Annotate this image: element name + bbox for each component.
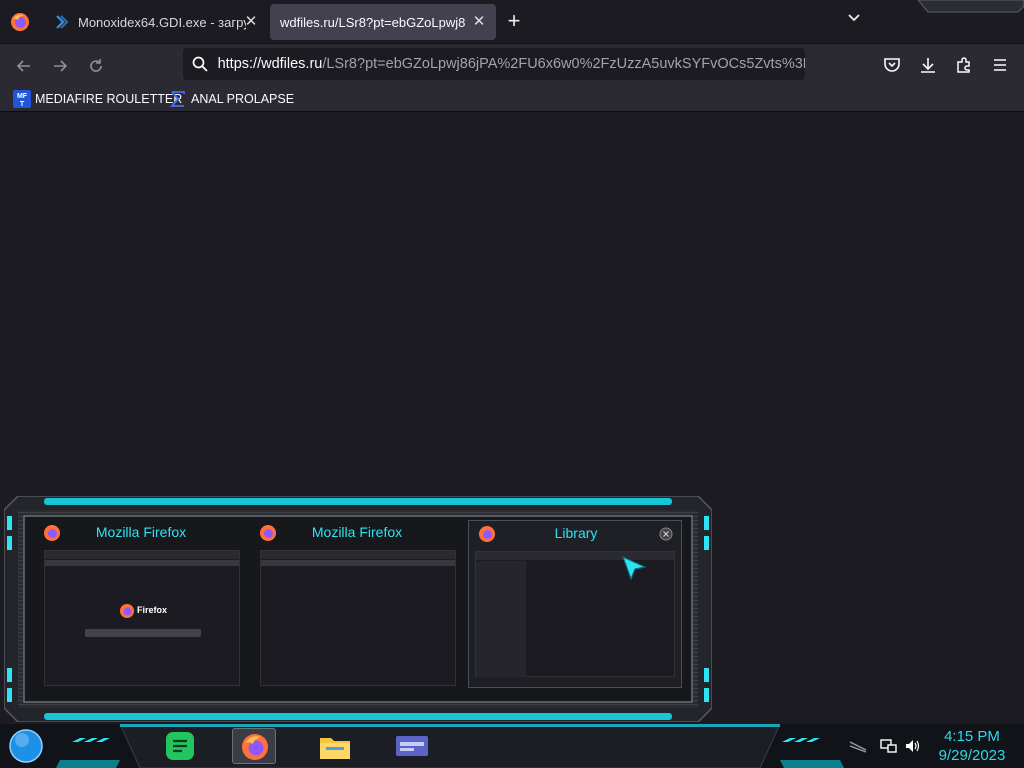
- download-icon: [921, 58, 935, 73]
- pocket-icon: [884, 58, 900, 72]
- back-button[interactable]: [10, 52, 38, 80]
- search-icon: [185, 49, 215, 79]
- taskbar-app-notes[interactable]: [164, 730, 196, 762]
- window-preview: Firefox: [44, 550, 240, 686]
- network-icon: [880, 739, 897, 753]
- preview-brand: Firefox: [137, 605, 168, 615]
- nav-toolbar: https://wdfiles.ru/LSr8?pt=ebGZoLpwj86jP…: [0, 44, 1024, 86]
- url-path: /LSr8?pt=ebGZoLpwj86jPA%2FU6x6w0%2FzUzzA…: [322, 56, 805, 72]
- taskbar: [0, 724, 1024, 768]
- back-arrow-icon: [16, 60, 30, 72]
- mft-favicon-icon: MF T: [13, 90, 31, 108]
- desktop-screen: Monoxidex64.GDI.exe - загрузи ✕ wdfiles.…: [0, 0, 1024, 768]
- list-all-tabs-button[interactable]: [842, 10, 866, 34]
- new-tab-button[interactable]: +: [502, 10, 526, 34]
- window-preview: [260, 550, 456, 686]
- switcher-window-2[interactable]: Mozilla Firefox: [250, 520, 464, 688]
- tab-strip: Monoxidex64.GDI.exe - загрузи ✕ wdfiles.…: [0, 0, 1024, 44]
- window-switcher: Mozilla Firefox Firefox Mozilla Firefox …: [4, 496, 712, 722]
- start-button[interactable]: [8, 728, 44, 764]
- close-tab-icon[interactable]: ✕: [470, 13, 488, 31]
- switcher-window-3[interactable]: Library: [468, 520, 682, 688]
- bookmark-anal-prolapse[interactable]: ANAL PROLAPSE: [166, 88, 297, 110]
- pocket-button[interactable]: [880, 53, 904, 77]
- reload-button[interactable]: [82, 52, 110, 80]
- chevron-favicon-icon: [56, 15, 69, 29]
- mouse-cursor-icon: [621, 555, 647, 581]
- forward-button[interactable]: [46, 52, 74, 80]
- speaker-icon: [906, 740, 920, 752]
- network-tray-button[interactable]: [880, 738, 898, 754]
- volume-tray-button[interactable]: [904, 738, 922, 754]
- tab-wdfiles[interactable]: wdfiles.ru/LSr8?pt=ebGZoLpwj86jPA ✕: [270, 4, 496, 40]
- sigma-favicon-icon: [170, 91, 185, 107]
- taskbar-frame: [0, 724, 1024, 768]
- bookmark-label: ANAL PROLAPSE: [191, 92, 295, 106]
- clock-date[interactable]: 9/29/2023: [930, 747, 1014, 764]
- url-host: https://wdfiles.ru: [217, 56, 323, 72]
- switcher-window-1[interactable]: Mozilla Firefox Firefox: [34, 520, 248, 688]
- chevron-down-icon: [848, 14, 860, 22]
- url-text[interactable]: https://wdfiles.ru/LSr8?pt=ebGZoLpwj86jP…: [218, 56, 805, 72]
- clock-time[interactable]: 4:15 PM: [930, 728, 1014, 745]
- window-title: Mozilla Firefox: [311, 524, 403, 540]
- svg-text:MF: MF: [17, 93, 28, 100]
- bookmark-mediafire-rouletter[interactable]: MF T MEDIAFIRE ROULETTER: [10, 88, 185, 110]
- theme-frame-decoration: [918, 0, 1024, 13]
- bookmark-label: MEDIAFIRE ROULETTER: [35, 92, 183, 106]
- tab-label: wdfiles.ru/LSr8?pt=ebGZoLpwj86jPA: [280, 14, 466, 30]
- puzzle-icon: [957, 57, 970, 73]
- window-title: Mozilla Firefox: [95, 524, 187, 540]
- app-window-icon: [396, 736, 428, 756]
- reload-icon: [90, 59, 102, 72]
- firefox-icon: [242, 734, 268, 760]
- firefox-view-icon[interactable]: [8, 10, 32, 34]
- url-bar[interactable]: https://wdfiles.ru/LSr8?pt=ebGZoLpwj86jP…: [183, 48, 805, 80]
- notes-app-icon: [166, 732, 194, 760]
- forward-arrow-icon: [54, 60, 68, 72]
- tab-label: Monoxidex64.GDI.exe - загрузи: [78, 14, 246, 30]
- firefox-icon: [120, 604, 134, 618]
- show-hidden-icons-button[interactable]: [848, 738, 868, 754]
- app-menu-button[interactable]: [988, 53, 1012, 77]
- close-window-icon[interactable]: [659, 527, 673, 541]
- folder-icon: [320, 738, 350, 759]
- preview-search-bar: [85, 629, 201, 637]
- taskbar-app-file-explorer[interactable]: [318, 730, 352, 762]
- tab-monoxidex[interactable]: Monoxidex64.GDI.exe - загрузи ✕: [44, 4, 268, 40]
- taskbar-app-window[interactable]: [394, 730, 430, 762]
- window-title: Library: [554, 525, 598, 541]
- tray-arrow-icon: [849, 741, 867, 753]
- downloads-button[interactable]: [916, 53, 940, 77]
- hamburger-menu-icon: [994, 59, 1006, 71]
- close-tab-icon[interactable]: ✕: [242, 13, 260, 31]
- svg-text:T: T: [20, 101, 25, 108]
- taskbar-app-firefox[interactable]: [232, 728, 276, 764]
- start-orb-icon: [9, 729, 43, 763]
- extensions-button[interactable]: [952, 53, 976, 77]
- bookmarks-toolbar: MF T MEDIAFIRE ROULETTER ANAL PROLAPSE: [0, 86, 1024, 112]
